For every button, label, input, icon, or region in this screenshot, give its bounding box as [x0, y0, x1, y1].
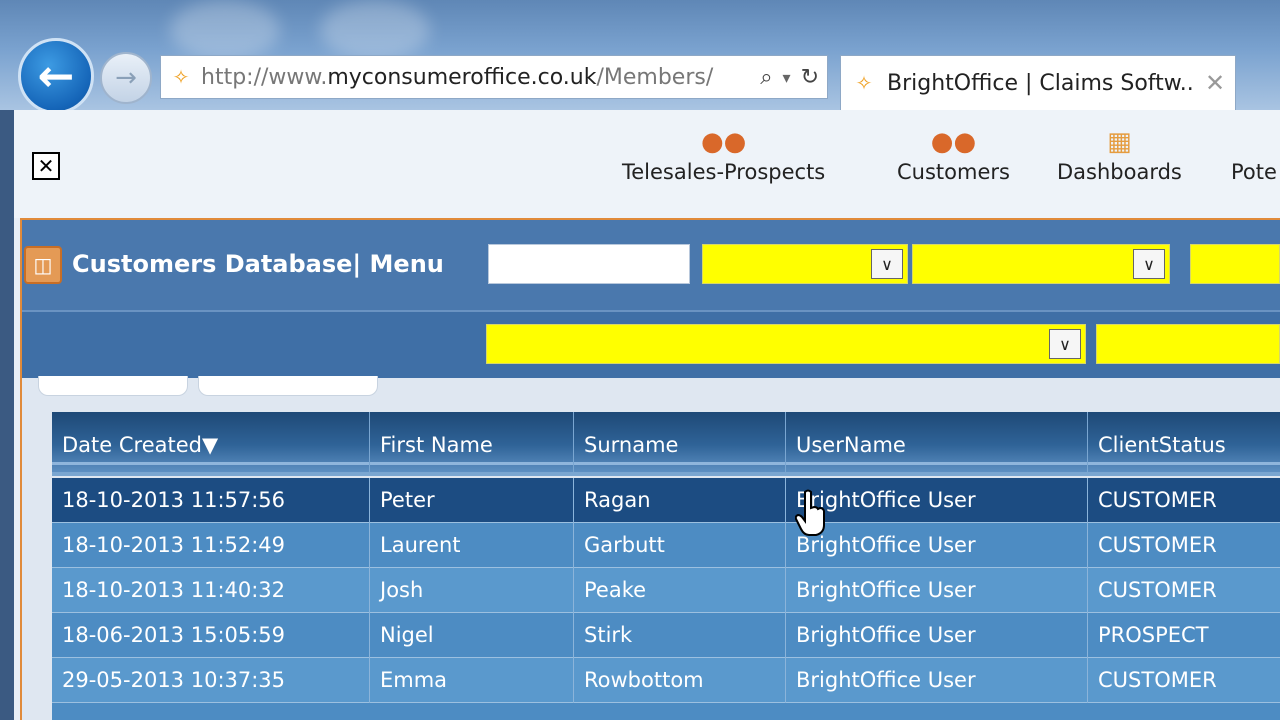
top-navigation: ✕ ●● Telesales-Prospects ●● Customers ▦ … — [14, 110, 1280, 218]
window-background-blur — [320, 0, 430, 60]
database-icon: ◫ — [24, 246, 62, 284]
table-row[interactable]: 18-10-2013 11:40:32 Josh Peake BrightOff… — [52, 568, 1280, 613]
cell-first-name: Josh — [370, 568, 574, 613]
search-input[interactable] — [488, 244, 690, 284]
module-header: ◫ Customers Database| Menu ∨ ∨ — [22, 220, 1280, 310]
customers-table: Date Created▼ First Name Surname UserNam… — [52, 412, 1280, 720]
table-header: Date Created▼ First Name Surname UserNam… — [52, 412, 1280, 476]
cell-surname: Peake — [574, 568, 786, 613]
close-icon[interactable]: ✕ — [32, 152, 60, 180]
nav-telesales-prospects[interactable]: ●● Telesales-Prospects — [622, 124, 825, 184]
nav-customers[interactable]: ●● Customers — [897, 124, 1010, 184]
filter-select-2[interactable]: ∨ — [912, 244, 1170, 284]
cell-client-status: PROSPECT — [1098, 623, 1209, 647]
cell-client-status: CUSTOMER — [1098, 533, 1217, 557]
nav-label: Customers — [897, 160, 1010, 184]
cell-username: BrightOffice User — [786, 658, 1088, 703]
window-background-blur — [170, 0, 280, 60]
nav-potential[interactable]: Pote — [1231, 124, 1277, 184]
cell-client-status: CUSTOMER — [1098, 668, 1217, 692]
module-title[interactable]: Customers Database| Menu — [72, 250, 444, 278]
column-header-client-status[interactable]: ClientStatus — [1088, 412, 1280, 472]
url-path: /Members/ — [596, 64, 714, 90]
table-row[interactable]: 18-06-2013 15:05:59 Nigel Stirk BrightOf… — [52, 613, 1280, 658]
url-domain: myconsumeroffice.co.uk — [327, 64, 597, 90]
address-bar[interactable]: ✧ http://www.myconsumeroffice.co.uk/Memb… — [160, 55, 828, 99]
table-row[interactable]: 29-05-2013 10:37:35 Emma Rowbottom Brigh… — [52, 658, 1280, 703]
forward-button[interactable]: → — [100, 52, 152, 104]
table-row[interactable]: 18-10-2013 11:52:49 Laurent Garbutt Brig… — [52, 523, 1280, 568]
cell-date-created: 18-10-2013 11:52:49 — [52, 523, 370, 568]
table-row-partial[interactable] — [52, 703, 1280, 720]
search-icon[interactable]: ⌕ — [760, 65, 772, 90]
address-bar-tools: ⌕ ▾ ↻ — [760, 65, 827, 90]
cell-first-name: Laurent — [370, 523, 574, 568]
cell-date-created: 18-10-2013 11:40:32 — [52, 568, 370, 613]
cell-surname: Garbutt — [574, 523, 786, 568]
cell-first-name: Emma — [370, 658, 574, 703]
nav-label: Dashboards — [1057, 160, 1182, 184]
chevron-down-icon[interactable]: ▾ — [783, 68, 791, 87]
cell-client-status: CUSTOMER — [1098, 578, 1217, 602]
column-header-surname[interactable]: Surname — [574, 412, 786, 472]
cell-date-created: 18-10-2013 11:57:56 — [52, 478, 370, 523]
tab-title: BrightOffice | Claims Softw... — [887, 70, 1195, 96]
filter-select-1[interactable]: ∨ — [702, 244, 908, 284]
column-header-first-name[interactable]: First Name — [370, 412, 574, 472]
filter-select-5[interactable] — [1096, 324, 1280, 364]
column-header-date-created[interactable]: Date Created▼ — [52, 412, 370, 472]
browser-chrome: ← → ✧ http://www.myconsumeroffice.co.uk/… — [0, 0, 1280, 110]
back-arrow-icon: ← — [37, 50, 75, 102]
url-text[interactable]: http://www.myconsumeroffice.co.uk/Member… — [201, 65, 760, 90]
back-button[interactable]: ← — [18, 38, 94, 110]
cell-date-created: 18-06-2013 15:05:59 — [52, 613, 370, 658]
chevron-down-icon[interactable]: ∨ — [1133, 249, 1165, 279]
cell-username: BrightOffice User — [786, 613, 1088, 658]
filter-select-4[interactable]: ∨ — [486, 324, 1086, 364]
filter-select-3[interactable] — [1190, 244, 1280, 284]
people-icon: ●● — [930, 127, 977, 157]
chevron-down-icon[interactable]: ∨ — [1049, 329, 1081, 359]
table-row[interactable]: 18-10-2013 11:57:56 Peter Ragan BrightOf… — [52, 478, 1280, 523]
people-icon: ●● — [700, 127, 747, 157]
view-tab-1[interactable] — [38, 376, 188, 396]
cell-surname: Stirk — [574, 613, 786, 658]
site-favicon-icon: ✧ — [172, 65, 190, 89]
chevron-down-icon[interactable]: ∨ — [871, 249, 903, 279]
refresh-icon[interactable]: ↻ — [801, 65, 819, 90]
dashboard-icon: ▦ — [1107, 127, 1132, 157]
nav-dashboards[interactable]: ▦ Dashboards — [1057, 124, 1182, 184]
view-tab-2[interactable] — [198, 376, 378, 396]
cell-first-name: Peter — [370, 478, 574, 523]
cell-surname: Rowbottom — [574, 658, 786, 703]
cell-first-name: Nigel — [370, 613, 574, 658]
nav-label: Pote — [1231, 160, 1277, 184]
browser-tab[interactable]: ✧ BrightOffice | Claims Softw... ✕ — [840, 55, 1236, 110]
cell-surname: Ragan — [574, 478, 786, 523]
cell-client-status: CUSTOMER — [1098, 488, 1217, 512]
people-icon — [1231, 124, 1277, 160]
cell-username: BrightOffice User — [786, 568, 1088, 613]
nav-label: Telesales-Prospects — [622, 160, 826, 184]
cell-username: BrightOffice User — [786, 478, 1088, 523]
column-header-username[interactable]: UserName — [786, 412, 1088, 472]
forward-arrow-icon: → — [115, 63, 137, 93]
close-tab-icon[interactable]: ✕ — [1195, 69, 1235, 97]
module-filter-row: ∨ — [22, 310, 1280, 378]
cell-username: BrightOffice User — [786, 523, 1088, 568]
url-prefix: http://www. — [201, 64, 328, 90]
tab-favicon-icon: ✧ — [855, 71, 873, 95]
cell-date-created: 29-05-2013 10:37:35 — [52, 658, 370, 703]
